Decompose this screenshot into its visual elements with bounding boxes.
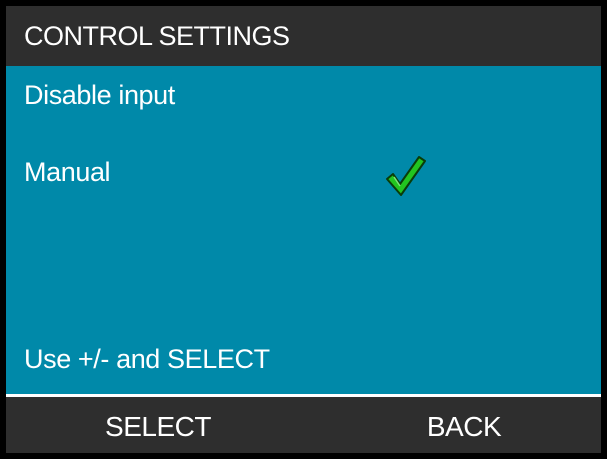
softkey-bar: SELECT BACK — [6, 397, 601, 453]
instruction-hint: Use +/- and SELECT — [24, 344, 270, 374]
device-screen: CONTROL SETTINGS Disable input Manual Us… — [0, 0, 607, 459]
back-softkey[interactable]: BACK — [394, 397, 534, 453]
menu-item-manual[interactable]: Manual — [24, 157, 111, 188]
menu-panel: Disable input Manual Use +/- and SELECT — [6, 66, 601, 394]
check-icon — [386, 156, 426, 196]
select-softkey[interactable]: SELECT — [88, 397, 228, 453]
screen-title: CONTROL SETTINGS — [6, 6, 601, 66]
menu-item-disable-input[interactable]: Disable input — [24, 80, 175, 111]
